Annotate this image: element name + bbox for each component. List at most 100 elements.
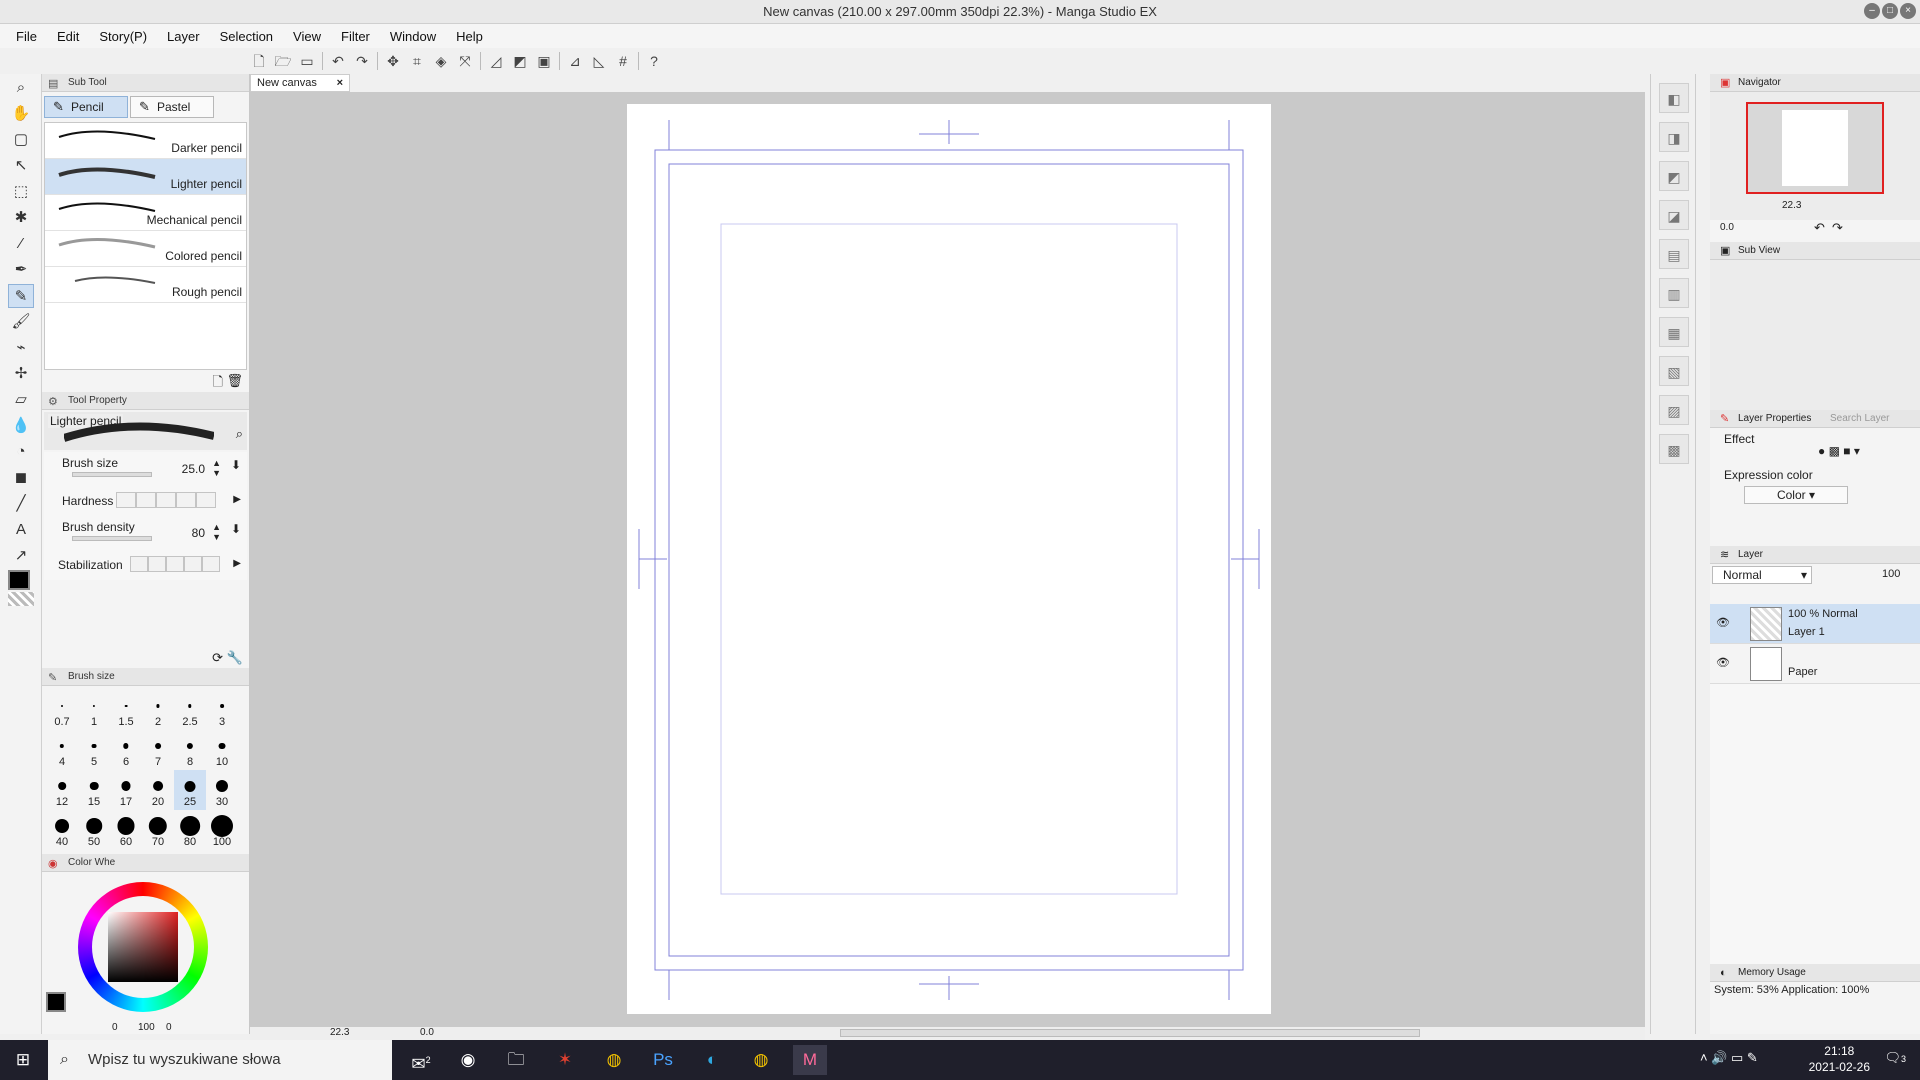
edge-icon[interactable]: ◐ — [695, 1045, 729, 1075]
material-icon[interactable]: ▨ — [1659, 395, 1689, 425]
pressure-icon[interactable]: ⬇ — [231, 458, 241, 472]
brush-size-option[interactable]: 17 — [110, 770, 142, 810]
app-icon[interactable]: ✶ — [548, 1045, 582, 1075]
visibility-eye-icon[interactable]: 👁 — [1716, 616, 1730, 629]
brush-size-option[interactable]: 1 — [78, 690, 110, 730]
brush-size-option[interactable]: 80 — [174, 810, 206, 850]
material-icon[interactable]: ◨ — [1659, 122, 1689, 152]
close-icon[interactable]: × — [1900, 3, 1916, 19]
navigator-rotation-value[interactable]: 0.0 — [1720, 222, 1734, 233]
correct-line-icon[interactable]: ↗ — [8, 544, 34, 568]
brush-size-option[interactable]: 60 — [110, 810, 142, 850]
windows-start-icon[interactable]: ⊞ — [6, 1045, 40, 1075]
material-icon[interactable]: ▦ — [1659, 317, 1689, 347]
maximize-icon[interactable]: □ — [1882, 3, 1898, 19]
chrome-icon[interactable]: ◍ — [597, 1045, 631, 1075]
material-icon[interactable]: ◧ — [1659, 83, 1689, 113]
scale-icon[interactable]: ⤧ — [456, 52, 474, 70]
grid-icon[interactable]: # — [614, 52, 632, 70]
brush-size-option[interactable]: 12 — [46, 770, 78, 810]
brush-item[interactable]: Lighter pencil — [45, 159, 246, 195]
material-icon[interactable]: ▧ — [1659, 356, 1689, 386]
notification-icon[interactable]: 🗨3 — [1884, 1050, 1906, 1066]
effect-tone-icon[interactable]: ● ▩ ■ ▾ — [1818, 444, 1860, 458]
chrome-icon[interactable]: ◍ — [744, 1045, 778, 1075]
erase-selection-icon[interactable]: ◩ — [511, 52, 529, 70]
brush-size-value[interactable]: 25.0 — [182, 462, 205, 476]
photoshop-icon[interactable]: Ps — [646, 1045, 680, 1075]
brush-size-option[interactable]: 5 — [78, 730, 110, 770]
wrench-icon[interactable]: 🔧 — [227, 650, 243, 666]
brush-size-option[interactable]: 25 — [174, 770, 206, 810]
app-icon[interactable]: ◉ — [451, 1045, 485, 1075]
brush-size-option[interactable]: 1.5 — [110, 690, 142, 730]
menu-selection[interactable]: Selection — [210, 29, 283, 44]
minimize-icon[interactable]: – — [1864, 3, 1880, 19]
pencil-tool-icon[interactable]: ✎ — [8, 284, 34, 308]
decoration-icon[interactable]: ✢ — [8, 362, 34, 386]
move-tool-icon[interactable]: ▢ — [8, 128, 34, 152]
help-icon[interactable]: ? — [645, 52, 663, 70]
save-icon[interactable]: ▭ — [298, 52, 316, 70]
canvas-page[interactable] — [627, 104, 1271, 1014]
stabilization-selector[interactable] — [130, 556, 220, 572]
auto-select-icon[interactable]: ✱ — [8, 206, 34, 230]
taskbar-clock[interactable]: 21:18 2021-02-26 — [1809, 1043, 1870, 1075]
visibility-eye-icon[interactable]: 👁 — [1716, 656, 1730, 669]
rotate-left-icon[interactable]: ↶ — [1814, 220, 1825, 236]
menu-help[interactable]: Help — [446, 29, 493, 44]
navigator-zoom-value[interactable]: 22.3 — [1782, 200, 1801, 211]
transform-icon[interactable]: ✥ — [384, 52, 402, 70]
current-color-swatch[interactable] — [46, 992, 66, 1012]
ruler-icon[interactable]: ⊿ — [566, 52, 584, 70]
zoom-tool-icon[interactable]: ⌕ — [8, 76, 34, 100]
saturation-square[interactable] — [108, 912, 178, 982]
menu-window[interactable]: Window — [380, 29, 446, 44]
new-file-icon[interactable]: 🗋 — [250, 52, 268, 70]
material-icon[interactable]: ▤ — [1659, 239, 1689, 269]
menu-view[interactable]: View — [283, 29, 331, 44]
stepper-icon[interactable]: ▲ ▼ — [212, 458, 221, 478]
trash-icon[interactable]: 🗑 — [226, 373, 243, 389]
brush-size-option[interactable]: 8 — [174, 730, 206, 770]
main-color-swatch[interactable] — [8, 570, 30, 590]
material-icon[interactable]: ◩ — [1659, 161, 1689, 191]
brush-size-option[interactable]: 100 — [206, 810, 238, 850]
brush-density-slider[interactable] — [72, 536, 152, 541]
menu-file[interactable]: File — [6, 29, 47, 44]
perspective-icon[interactable]: ◺ — [590, 52, 608, 70]
layer-row[interactable]: 👁 100 % Normal Layer 1 — [1710, 604, 1920, 644]
file-explorer-icon[interactable]: 🗀 — [499, 1045, 533, 1075]
menu-story[interactable]: Story(P) — [89, 29, 157, 44]
sub-view-area[interactable] — [1710, 260, 1920, 410]
expand-icon[interactable]: ▶ — [233, 558, 241, 569]
pen-tool-icon[interactable]: ✒ — [8, 258, 34, 282]
rotate-right-icon[interactable]: ↷ — [1832, 220, 1843, 236]
clear-icon[interactable]: ◿ — [487, 52, 505, 70]
gradient-icon[interactable]: ◼ — [8, 466, 34, 490]
brush-tool-icon[interactable]: 🖌 — [8, 310, 34, 334]
brush-size-option[interactable]: 10 — [206, 730, 238, 770]
manga-studio-icon[interactable]: M — [793, 1045, 827, 1075]
eyedropper-icon[interactable]: ⁄ — [8, 232, 34, 256]
brush-size-option[interactable]: 6 — [110, 730, 142, 770]
opacity-value[interactable]: 100 — [1882, 568, 1900, 580]
brush-size-option[interactable]: 70 — [142, 810, 174, 850]
undo-icon[interactable]: ↶ — [329, 52, 347, 70]
airbrush-icon[interactable]: ⌁ — [8, 336, 34, 360]
canvas-zoom-value[interactable]: 22.3 — [330, 1027, 349, 1038]
transparent-swatch[interactable] — [8, 592, 34, 606]
search-layer-tab[interactable]: Search Layer — [1830, 410, 1889, 428]
layer-row[interactable]: 👁 Paper — [1710, 644, 1920, 684]
brush-size-option[interactable]: 2.5 — [174, 690, 206, 730]
eraser-icon[interactable]: ▱ — [8, 388, 34, 412]
menu-filter[interactable]: Filter — [331, 29, 380, 44]
material-icon[interactable]: ▥ — [1659, 278, 1689, 308]
brush-size-option[interactable]: 20 — [142, 770, 174, 810]
menu-layer[interactable]: Layer — [157, 29, 210, 44]
expand-icon[interactable]: ▶ — [233, 494, 241, 505]
tab-pastel[interactable]: ✎ Pastel — [130, 96, 214, 118]
mail-app-icon[interactable]: ✉2 — [404, 1045, 438, 1075]
material-icon[interactable]: ◪ — [1659, 200, 1689, 230]
color-wheel[interactable] — [42, 872, 249, 1022]
